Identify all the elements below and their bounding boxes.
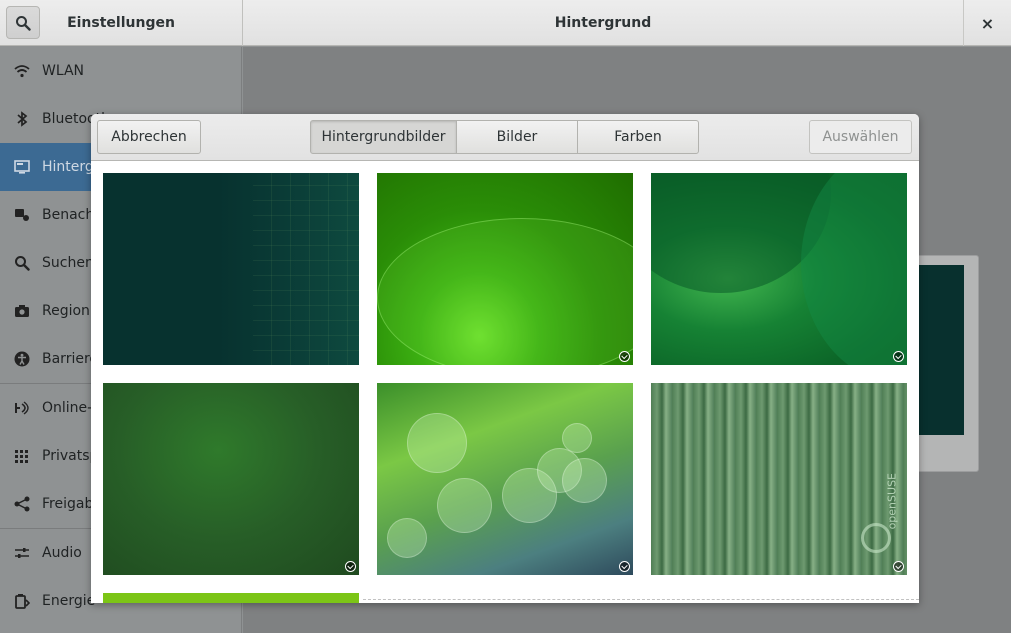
bokeh-circle — [437, 478, 492, 533]
camera-icon — [12, 304, 32, 318]
wallpaper-thumbnail[interactable] — [103, 173, 359, 365]
wallpaper-thumbnail[interactable] — [103, 383, 359, 575]
sidebar-item-label: Energie — [42, 593, 96, 609]
wallpaper-brand-text: openSUSE — [885, 473, 898, 530]
search-button[interactable] — [6, 6, 40, 39]
tab-pictures[interactable]: Bilder — [456, 120, 578, 154]
swoosh-shape — [801, 173, 907, 365]
search-icon — [16, 15, 31, 31]
wallpaper-thumbnail[interactable] — [377, 173, 633, 365]
privacy-icon — [12, 449, 32, 463]
accessibility-icon — [12, 351, 32, 367]
wallpaper-thumbnail[interactable] — [103, 593, 359, 603]
header-bar: Einstellungen Hintergrund × — [0, 0, 1011, 46]
notifications-icon — [12, 208, 32, 222]
search-icon — [12, 255, 32, 271]
wallpaper-grid: openSUSE — [91, 161, 919, 603]
audio-icon — [12, 546, 32, 560]
tab-wallpapers[interactable]: Hintergrundbilder — [310, 120, 457, 154]
bokeh-circle — [562, 458, 607, 503]
power-icon — [12, 593, 32, 609]
bluetooth-icon — [12, 111, 32, 127]
timed-wallpaper-icon — [619, 351, 630, 362]
timed-wallpaper-icon — [619, 561, 630, 572]
select-button[interactable]: Auswählen — [809, 120, 912, 154]
online-accounts-icon — [12, 400, 32, 416]
wallpaper-thumbnail[interactable] — [651, 173, 907, 365]
sidebar-item-label: WLAN — [42, 63, 85, 79]
sidebar-item-label: Audio — [42, 545, 82, 561]
bokeh-circle — [407, 413, 467, 473]
bokeh-circle — [562, 423, 592, 453]
timed-wallpaper-icon — [893, 351, 904, 362]
close-icon: × — [980, 13, 995, 33]
cancel-button[interactable]: Abbrechen — [97, 120, 201, 154]
timed-wallpaper-icon — [345, 561, 356, 572]
scroll-edge-indicator — [363, 599, 919, 600]
close-button[interactable]: × — [964, 0, 1011, 46]
sidebar-item-label: Suchen — [42, 255, 94, 271]
wifi-icon — [12, 64, 32, 78]
tab-colors[interactable]: Farben — [577, 120, 699, 154]
dialog-header-bar: Abbrechen Hintergrundbilder Bilder Farbe… — [91, 114, 919, 161]
circuit-pattern — [253, 173, 359, 365]
opensuse-logo — [861, 523, 891, 553]
swoosh-shape — [377, 218, 633, 365]
wallpaper-thumbnail[interactable] — [377, 383, 633, 575]
page-title: Hintergrund — [554, 15, 652, 31]
bokeh-circle — [387, 518, 427, 558]
timed-wallpaper-icon — [893, 561, 904, 572]
background-preview-image — [919, 265, 964, 435]
sidebar-item-label: Region — [42, 303, 90, 319]
share-icon — [12, 496, 32, 512]
wallpaper-thumbnail[interactable]: openSUSE — [651, 383, 907, 575]
sidebar-item-wlan[interactable]: WLAN — [0, 47, 242, 95]
background-icon — [12, 160, 32, 174]
wallpaper-chooser-dialog: Abbrechen Hintergrundbilder Bilder Farbe… — [91, 114, 919, 603]
